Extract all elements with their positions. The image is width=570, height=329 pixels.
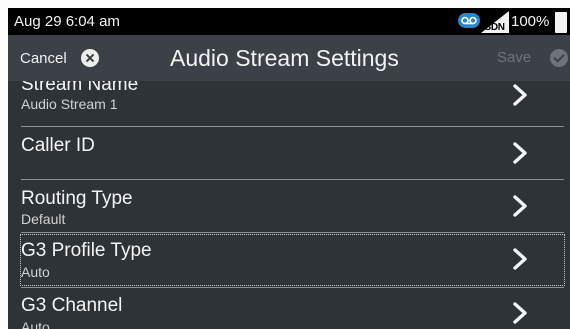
setting-value: Auto — [21, 319, 50, 329]
chevron-right-icon — [513, 248, 527, 270]
voicemail-icon — [458, 13, 480, 28]
cancel-label: Cancel — [20, 49, 67, 67]
chevron-right-icon — [513, 195, 527, 217]
setting-title: G3 Channel — [21, 295, 123, 316]
device-screen: Aug 29 6:04 am ISDN 100% Cancel Audio St… — [8, 8, 570, 329]
battery-percent: 100% — [511, 13, 550, 30]
chevron-right-icon — [513, 142, 527, 164]
battery-icon — [555, 12, 567, 33]
page-title: Audio Stream Settings — [170, 45, 399, 71]
network-label: ISDN — [482, 22, 505, 33]
setting-title: Routing Type — [21, 188, 133, 209]
setting-value: Auto — [21, 264, 50, 280]
setting-routing-type[interactable]: Routing Type Default — [21, 180, 564, 232]
status-time: Aug 29 6:04 am — [14, 13, 120, 30]
setting-stream-name[interactable]: Stream Name Audio Stream 1 — [21, 81, 564, 119]
cancel-button[interactable]: Cancel — [20, 48, 99, 68]
check-icon[interactable] — [550, 49, 568, 67]
setting-caller-id[interactable]: Caller ID — [21, 127, 564, 178]
setting-g3-profile-type[interactable]: G3 Profile Type Auto — [20, 234, 565, 286]
setting-title: Caller ID — [21, 135, 95, 156]
setting-value: Default — [21, 211, 66, 227]
status-bar: Aug 29 6:04 am ISDN 100% — [8, 8, 570, 35]
chevron-right-icon — [513, 84, 527, 106]
isdn-signal-icon: ISDN — [481, 11, 509, 33]
setting-title: G3 Profile Type — [21, 240, 152, 261]
setting-title: Stream Name — [21, 81, 139, 95]
divider — [21, 232, 564, 233]
close-icon — [80, 49, 99, 67]
chevron-right-icon — [513, 302, 527, 324]
save-button[interactable]: Save — [497, 49, 531, 66]
setting-g3-channel[interactable]: G3 Channel Auto — [21, 288, 564, 329]
settings-list: Stream Name Audio Stream 1 Caller ID Rou… — [8, 81, 570, 329]
action-bar: Cancel Audio Stream Settings Save — [8, 35, 570, 81]
setting-value: Audio Stream 1 — [21, 96, 118, 112]
